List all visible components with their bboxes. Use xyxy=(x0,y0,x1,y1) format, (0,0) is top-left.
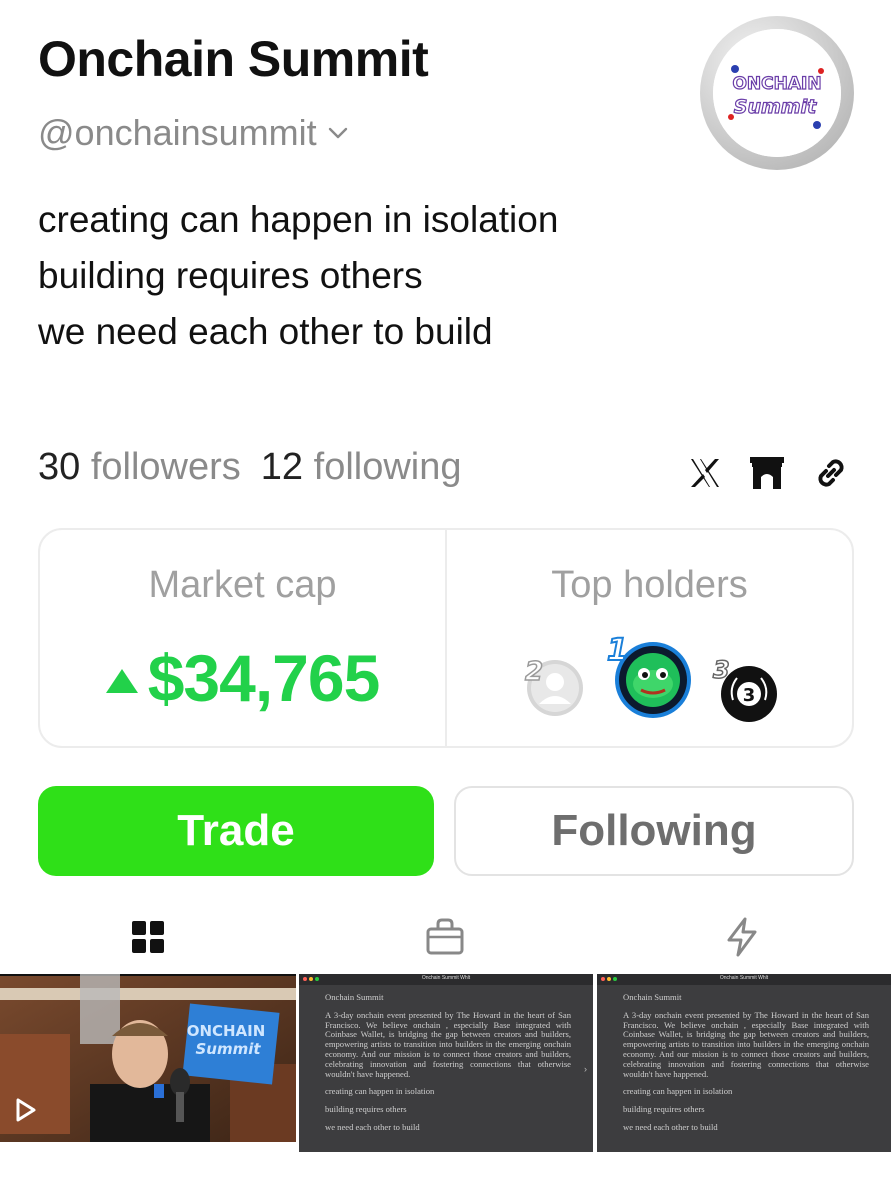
shopping-bag-icon xyxy=(426,918,464,955)
market-cap-value-row: $34,765 xyxy=(40,640,445,716)
profile-bio: creating can happen in isolation buildin… xyxy=(38,192,558,360)
video-thumbnail: ONCHAIN Summit xyxy=(0,974,296,1142)
holder-rank-2[interactable]: 2 xyxy=(519,650,589,725)
holder-rank-badge: 3 xyxy=(713,656,730,684)
holder-rank-3[interactable]: 3 3 xyxy=(709,652,781,729)
tab-activity[interactable] xyxy=(717,912,767,962)
doc-line: creating can happen in isolation xyxy=(623,1086,733,1097)
lightning-icon xyxy=(727,917,757,957)
bio-line: we need each other to build xyxy=(38,311,493,352)
link-icon[interactable] xyxy=(810,452,852,494)
stats-card: Market cap $34,765 Top holders 2 1 3 3 xyxy=(38,528,854,748)
svg-text:3: 3 xyxy=(743,685,756,706)
bio-line: building requires others xyxy=(38,255,423,296)
post-tile-video[interactable]: ONCHAIN Summit xyxy=(0,974,296,1142)
post-tile-document[interactable]: Onchain Summit Whlt Onchain Summit A 3-d… xyxy=(299,974,593,1152)
doc-paragraph: A 3-day onchain event presented by The H… xyxy=(325,1009,571,1079)
doc-body: Onchain Summit A 3-day onchain event pre… xyxy=(597,985,891,1133)
following-count: 12 xyxy=(260,446,304,488)
market-cap-value: $34,765 xyxy=(147,641,381,715)
grid-icon xyxy=(132,921,164,953)
profile-handle: @onchainsummit xyxy=(38,112,317,153)
chevron-down-icon xyxy=(328,127,347,139)
holder-rank-badge: 1 xyxy=(607,633,628,668)
doc-paragraph: A 3-day onchain event presented by The H… xyxy=(623,1009,869,1079)
sign-text-line1: ONCHAIN xyxy=(187,1022,266,1040)
top-holders-panel[interactable]: Top holders 2 1 3 3 xyxy=(445,530,852,746)
avatar-text-line1: ONCHAIN xyxy=(732,74,821,94)
doc-line: creating can happen in isolation xyxy=(325,1086,435,1097)
doc-line: we need each other to build xyxy=(325,1121,420,1132)
profile-avatar[interactable]: ONCHAIN Summit xyxy=(700,16,854,170)
avatar-text-line2: Summit xyxy=(734,96,817,118)
bio-line: creating can happen in isolation xyxy=(38,199,559,240)
market-cap-label: Market cap xyxy=(148,564,337,606)
holder-rank-badge: 2 xyxy=(525,657,543,687)
following-label: following xyxy=(313,446,462,488)
top-holders-label: Top holders xyxy=(551,564,748,606)
holder-rank-1[interactable]: 1 xyxy=(601,626,697,727)
followers-count: 30 xyxy=(38,446,81,488)
chevron-right-icon: › xyxy=(584,1064,587,1074)
handle-switcher[interactable]: @onchainsummit xyxy=(38,112,349,154)
doc-line: building requires others xyxy=(325,1104,407,1115)
doc-window-bar: Onchain Summit Whlt xyxy=(597,974,891,985)
profile-display-name: Onchain Summit xyxy=(38,31,429,87)
doc-line: we need each other to build xyxy=(623,1121,718,1132)
doc-heading: Onchain Summit xyxy=(325,992,384,1002)
trade-button[interactable]: Trade xyxy=(38,786,434,876)
doc-line: building requires others xyxy=(623,1104,705,1115)
post-tile-document[interactable]: Onchain Summit Whlt Onchain Summit A 3-d… xyxy=(597,974,891,1152)
x-logo-icon[interactable] xyxy=(684,452,726,494)
followers-label: followers xyxy=(90,446,241,488)
doc-body: Onchain Summit A 3-day onchain event pre… xyxy=(299,985,593,1133)
follow-stats: 30 followers 12 following xyxy=(38,446,462,489)
followers-link[interactable]: 30 followers xyxy=(38,446,241,489)
doc-window-bar: Onchain Summit Whlt xyxy=(299,974,593,985)
tab-shop[interactable] xyxy=(420,912,470,962)
posts-grid: ONCHAIN Summit Onchain Summit Whlt Oncha… xyxy=(0,974,891,1152)
doc-window-title: Onchain Summit Whlt xyxy=(719,975,769,981)
onchain-summit-logo-icon: ONCHAIN Summit xyxy=(713,29,841,157)
doc-window-title: Onchain Summit Whlt xyxy=(421,975,471,981)
tab-grid[interactable] xyxy=(123,912,173,962)
trend-up-icon xyxy=(105,669,138,693)
gateway-arch-icon[interactable] xyxy=(746,452,788,494)
market-cap-panel[interactable]: Market cap $34,765 xyxy=(40,530,445,746)
following-button[interactable]: Following xyxy=(454,786,854,876)
sign-text-line2: Summit xyxy=(195,1040,261,1058)
avatar-logo: ONCHAIN Summit xyxy=(713,29,841,157)
following-link[interactable]: 12 following xyxy=(261,446,462,489)
doc-heading: Onchain Summit xyxy=(623,992,682,1002)
